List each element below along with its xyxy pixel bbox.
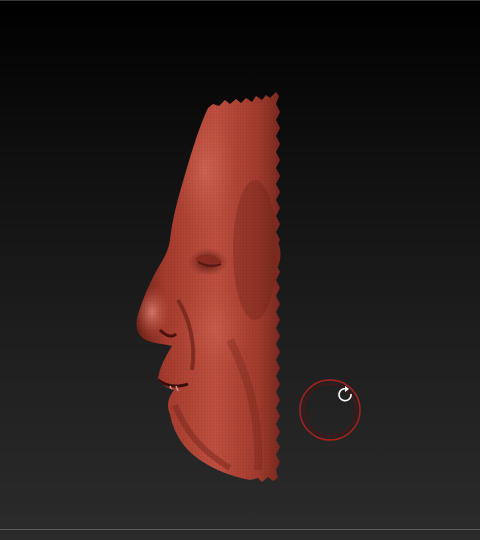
sculpt-model[interactable]: [0, 0, 480, 540]
rotate-icon[interactable]: [336, 385, 356, 405]
sculpt-viewport[interactable]: [0, 0, 480, 540]
bottom-toolbar-strip: [0, 530, 480, 540]
face-mesh: [136, 92, 281, 482]
